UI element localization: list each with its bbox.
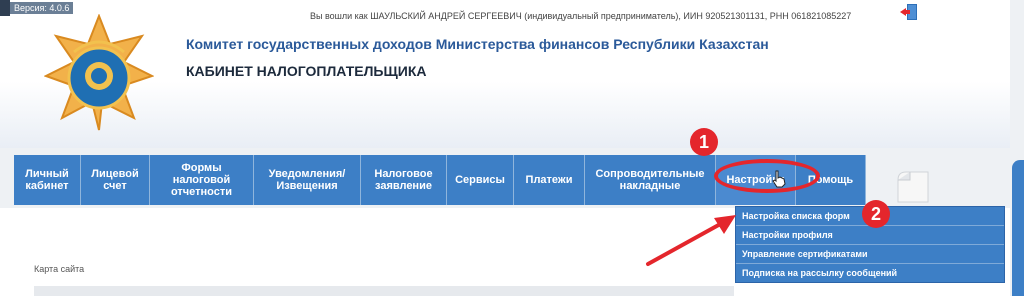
page-fold-icon [897,171,929,203]
version-label: Версия: 4.0.6 [10,2,74,14]
nav-tax-forms[interactable]: Формы налоговой отчетности [150,155,254,205]
step-badge-2: 2 [862,200,890,228]
side-panel-tab[interactable] [1012,160,1024,296]
menu-item-certificate-management[interactable]: Управление сертификатами [736,245,1004,264]
org-title: Комитет государственных доходов Министер… [186,36,769,52]
nav-notifications[interactable]: Уведомления/ Извещения [254,155,361,205]
nav-waybills[interactable]: Сопроводительные накладные [585,155,716,205]
nav-payments[interactable]: Платежи [514,155,585,205]
highlight-ring [714,159,820,193]
user-info: Вы вошли как ШАУЛЬСКИЙ АНДРЕЙ СЕРГЕЕВИЧ … [310,11,852,21]
menu-item-message-subscription[interactable]: Подписка на рассылку сообщений [736,264,1004,282]
step-badge-1: 1 [690,128,718,156]
nav-personal-account[interactable]: Лицевой счет [81,155,150,205]
kgd-emblem-icon [44,14,154,131]
cabinet-title: КАБИНЕТ НАЛОГОПЛАТЕЛЬЩИКА [186,63,427,79]
nav-personal-cabinet[interactable]: Личный кабинет [14,155,81,205]
nav-services[interactable]: Сервисы [447,155,514,205]
annotation-arrow-icon [646,215,736,266]
sitemap-link[interactable]: Карта сайта [34,264,84,274]
nav-tax-statement[interactable]: Налоговое заявление [361,155,447,205]
exit-door-icon[interactable] [898,2,920,22]
content-panel [34,286,734,296]
hand-cursor-icon [772,170,786,188]
app-corner-icon [0,0,10,16]
menu-item-profile-settings[interactable]: Настройки профиля [736,226,1004,245]
